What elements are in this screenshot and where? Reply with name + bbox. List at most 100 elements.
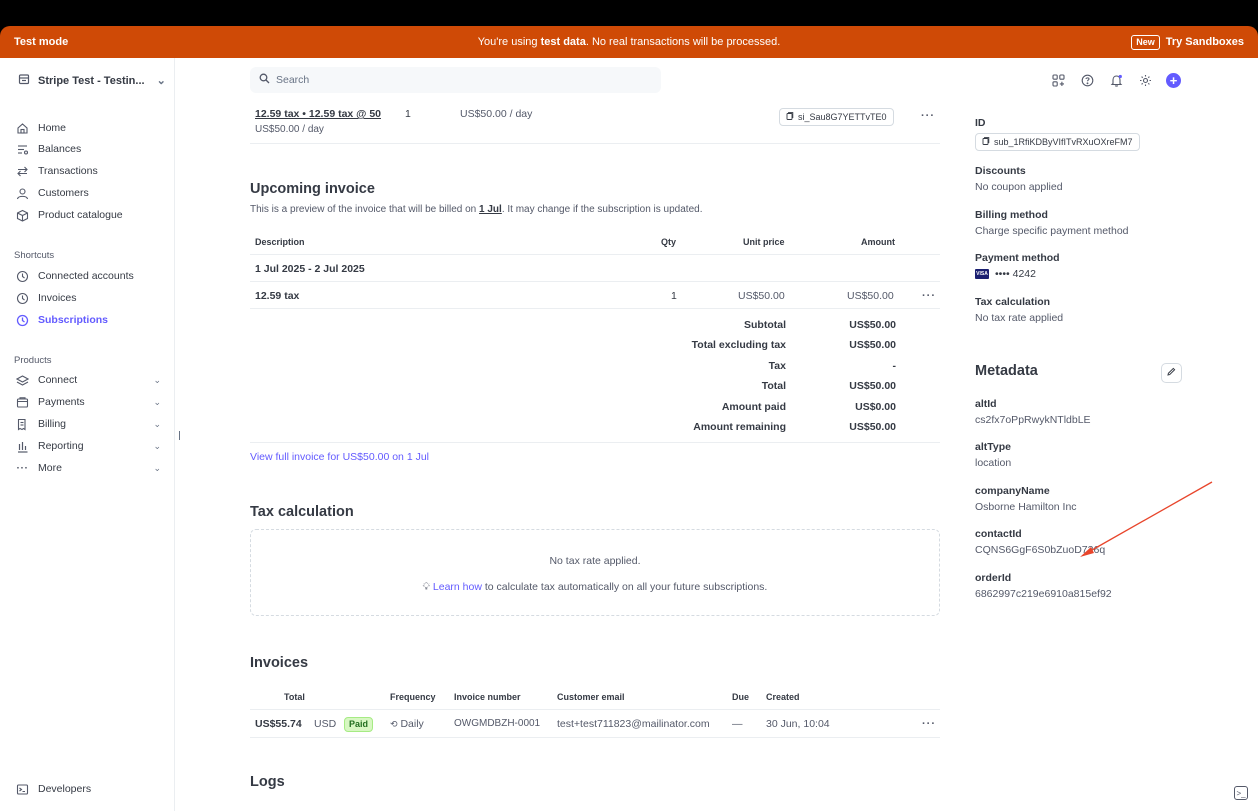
- sidebar: Stripe Test - Testin... ⌄ Home Balances …: [0, 58, 175, 811]
- metadata-value-companyname: Osborne Hamilton Inc: [975, 501, 1077, 513]
- copy-icon: [982, 137, 990, 147]
- chevron-down-icon: ⌄: [153, 462, 161, 473]
- lightbulb-icon: 💡︎: [422, 581, 430, 593]
- sidebar-item-home[interactable]: Home: [16, 119, 161, 137]
- sidebar-item-label: Reporting: [38, 440, 84, 452]
- sidebar-item-more[interactable]: ··· More ⌄: [16, 459, 162, 477]
- invoice-more-actions-button[interactable]: ···: [922, 718, 936, 730]
- column-header-description: Description: [255, 237, 305, 247]
- subscription-id-chip[interactable]: sub_1RfiKDByVIfITvRXuOXreFM7: [975, 133, 1140, 151]
- invoice-total: US$55.74: [255, 718, 302, 730]
- row-more-actions-button[interactable]: ···: [921, 110, 935, 122]
- billing-date-link[interactable]: 1 Jul: [479, 204, 502, 215]
- try-sandboxes-label: Try Sandboxes: [1165, 36, 1244, 48]
- sidebar-item-label: Transactions: [38, 165, 98, 177]
- invoices-heading: Invoices: [250, 655, 309, 671]
- learn-how-link[interactable]: Learn how: [433, 581, 482, 593]
- sidebar-item-label: More: [38, 462, 62, 474]
- divider: [250, 308, 940, 309]
- billing-method-value: Charge specific payment method: [975, 225, 1129, 237]
- sidebar-item-connected-accounts[interactable]: Connected accounts: [16, 267, 161, 285]
- account-switcher[interactable]: Stripe Test - Testin... ⌄: [18, 73, 166, 88]
- subscription-item-name[interactable]: 12.59 tax • 12.59 tax @ 50: [255, 108, 381, 120]
- id-label: ID: [975, 117, 986, 129]
- column-header-qty: Qty: [661, 237, 677, 247]
- line-more-actions-button[interactable]: ···: [922, 290, 936, 302]
- sidebar-item-label: Home: [38, 122, 67, 134]
- chevron-down-icon: ⌄: [156, 75, 166, 87]
- terminal-icon[interactable]: >_: [1234, 786, 1248, 800]
- view-full-invoice-link[interactable]: View full invoice for US$50.00 on 1 Jul: [250, 451, 429, 463]
- invoice-currency: USD: [314, 718, 337, 730]
- invoice-due: —: [732, 718, 743, 730]
- chevron-down-icon: ⌄: [153, 396, 161, 407]
- sidebar-item-customers[interactable]: Customers: [16, 184, 161, 202]
- subscription-item-price: US$50.00 / day: [460, 108, 533, 120]
- sidebar-item-billing[interactable]: Billing ⌄: [16, 415, 161, 433]
- subscription-item-id: si_Sau8G7YETTvTE0: [798, 112, 887, 122]
- store-icon: [18, 73, 30, 88]
- search-input[interactable]: [276, 74, 636, 86]
- sidebar-item-invoices[interactable]: Invoices: [16, 289, 161, 307]
- subscription-item-price-sub: US$50.00 / day: [255, 124, 324, 135]
- column-header-amount: Amount: [861, 237, 895, 247]
- status-badge: Paid: [344, 717, 374, 732]
- divider: [250, 737, 940, 738]
- test-mode-label: Test mode: [14, 36, 69, 48]
- sidebar-item-label: Product catalogue: [38, 209, 123, 221]
- metadata-value-altid: cs2fx7oPpRwykNTldbLE: [975, 414, 1091, 426]
- subscription-item-id-chip[interactable]: si_Sau8G7YETTvTE0: [779, 108, 894, 126]
- summary-amount-remaining-label: Amount remaining: [693, 421, 786, 433]
- sidebar-item-label: Subscriptions: [38, 314, 109, 326]
- product-catalogue-icon: [16, 209, 29, 222]
- pencil-icon: [1167, 367, 1176, 379]
- annotation-arrow: [1080, 481, 1213, 557]
- divider: [250, 254, 940, 255]
- line-qty: 1: [671, 290, 677, 302]
- sidebar-item-payments[interactable]: Payments ⌄: [16, 393, 161, 411]
- clock-icon: [16, 292, 29, 305]
- products-heading: Products: [14, 355, 52, 366]
- logs-heading: Logs: [250, 774, 285, 790]
- account-name: Stripe Test - Testin...: [38, 74, 145, 87]
- chevron-down-icon: ⌄: [153, 418, 161, 429]
- payment-method-value[interactable]: VISA •••• 4242: [975, 268, 1036, 280]
- line-description: 12.59 tax: [255, 290, 300, 302]
- edit-metadata-button[interactable]: [1161, 363, 1182, 383]
- invoice-period: 1 Jul 2025 - 2 Jul 2025: [255, 263, 365, 275]
- divider: [250, 281, 940, 282]
- metadata-value-orderid: 6862997c219e6910a815ef92: [975, 588, 1112, 600]
- sidebar-item-product-catalogue[interactable]: Product catalogue: [16, 206, 161, 224]
- invoices-header-number: Invoice number: [454, 692, 521, 702]
- app-body: Stripe Test - Testin... ⌄ Home Balances …: [0, 58, 1258, 811]
- shortcuts-heading: Shortcuts: [14, 250, 55, 261]
- sidebar-item-label: Billing: [38, 418, 67, 430]
- sidebar-item-label: Payments: [38, 396, 85, 408]
- tax-calculation-label: Tax calculation: [975, 296, 1051, 308]
- invoices-header-due: Due: [732, 692, 750, 702]
- sidebar-item-label: Developers: [38, 783, 92, 795]
- chevron-down-icon: ⌄: [153, 374, 161, 385]
- search-bar[interactable]: [250, 67, 661, 93]
- tax-calculation-empty-state: No tax rate applied. 💡︎ Learn how to cal…: [250, 529, 940, 616]
- try-sandboxes-link[interactable]: New Try Sandboxes: [1131, 34, 1244, 50]
- summary-total-excl-tax-label: Total excluding tax: [691, 339, 786, 351]
- summary-subtotal-label: Subtotal: [744, 319, 786, 331]
- sidebar-item-balances[interactable]: Balances: [16, 140, 161, 158]
- sidebar-item-developers[interactable]: Developers: [16, 780, 161, 798]
- reporting-icon: [16, 440, 29, 453]
- sidebar-item-transactions[interactable]: Transactions: [16, 162, 161, 180]
- summary-total-excl-tax-value: US$50.00: [849, 339, 896, 351]
- clock-icon: [16, 314, 29, 327]
- invoice-number: OWGMDBZH-0001: [454, 718, 541, 729]
- sidebar-item-subscriptions[interactable]: Subscriptions: [16, 311, 161, 329]
- sidebar-item-reporting[interactable]: Reporting ⌄: [16, 437, 161, 455]
- summary-tax-value: -: [892, 360, 897, 372]
- payments-icon: [16, 396, 29, 409]
- top-black-bar: [0, 0, 1258, 26]
- customers-icon: [16, 187, 29, 200]
- sidebar-resize-handle[interactable]: [179, 431, 180, 440]
- sidebar-item-connect[interactable]: Connect ⌄: [16, 371, 161, 389]
- summary-subtotal-value: US$50.00: [849, 319, 896, 331]
- column-header-unit-price: Unit price: [743, 237, 785, 247]
